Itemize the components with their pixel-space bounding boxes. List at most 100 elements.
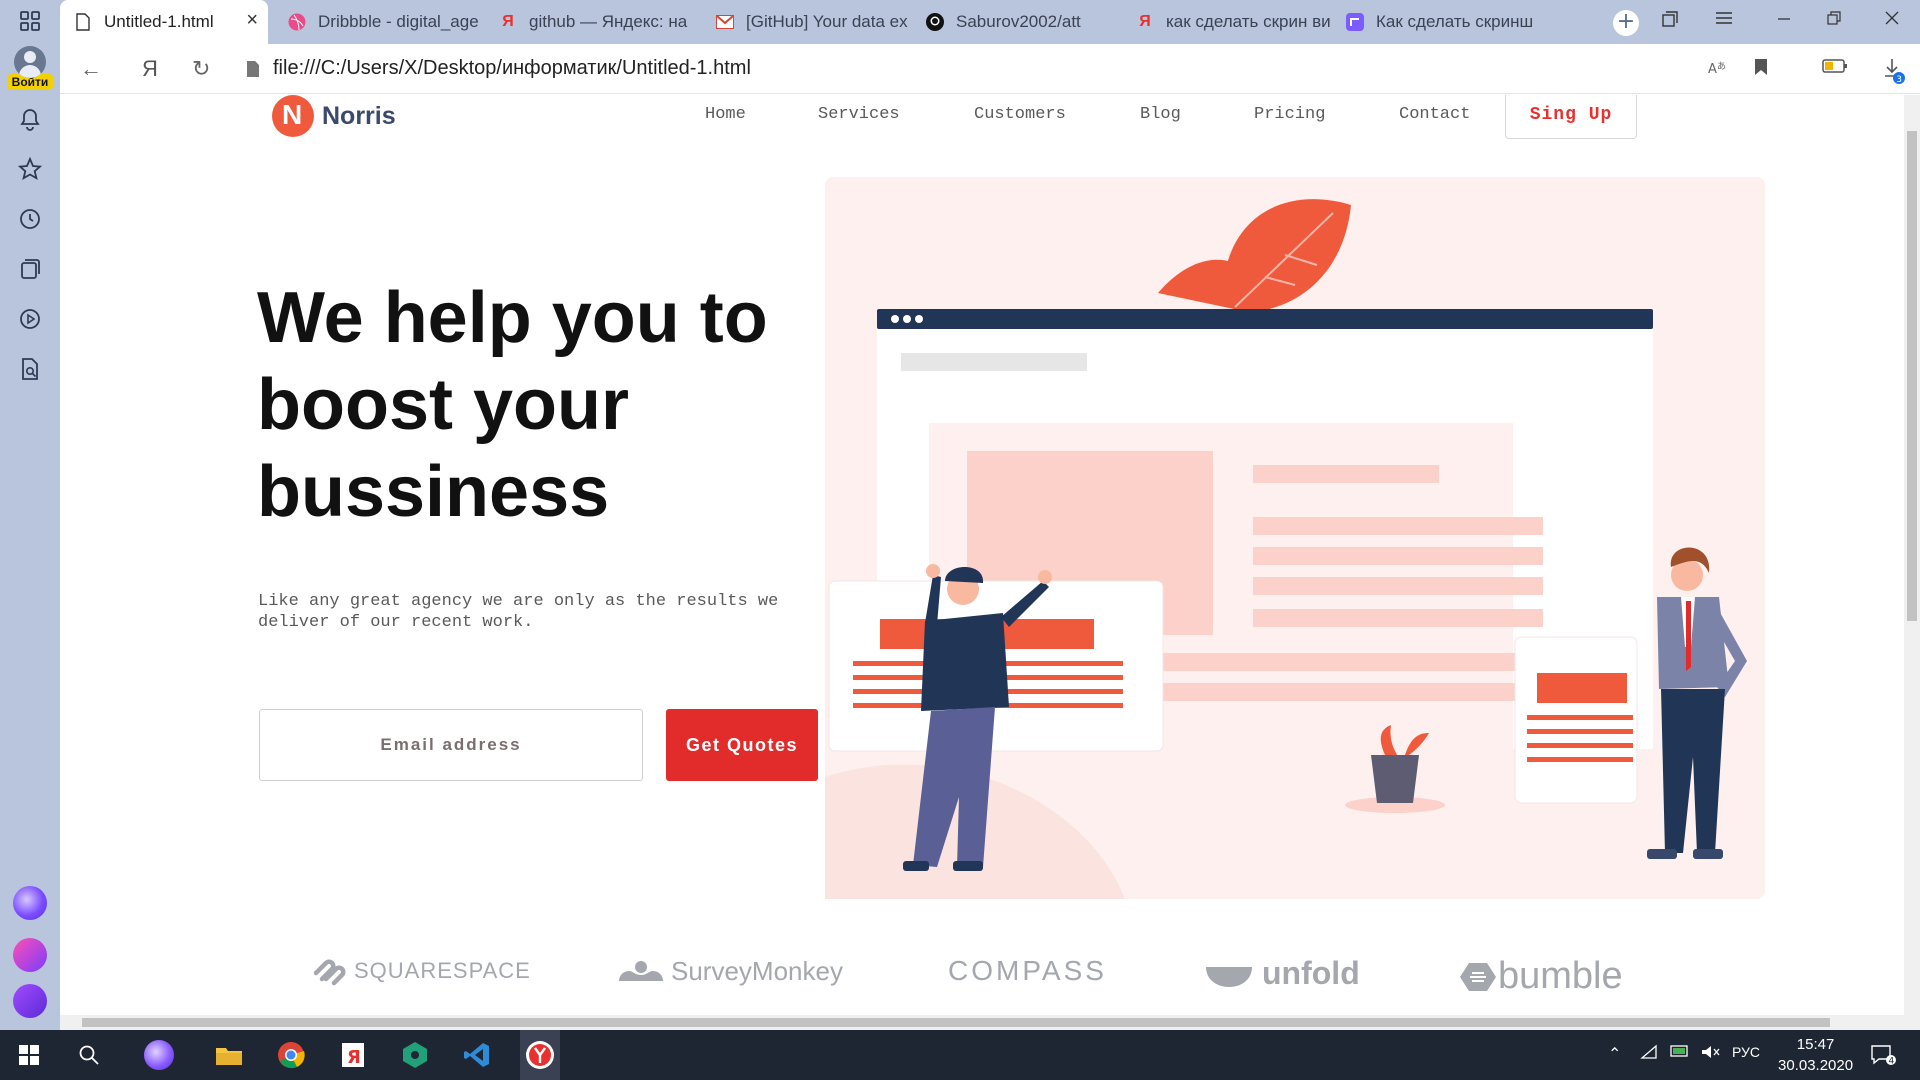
logo-text: COMPASS [948,955,1107,986]
back-icon[interactable]: ← [80,56,102,82]
assistant-icon[interactable] [13,984,47,1018]
hero-illustration [825,177,1765,899]
menu-icon[interactable] [1712,10,1736,31]
battery-saver-icon[interactable] [1822,58,1848,79]
download-count: 3 [1896,75,1902,84]
browser-sidebar: Войти [0,0,60,1030]
star-icon[interactable] [15,154,45,184]
history-icon[interactable] [15,204,45,234]
address-bar: ← Я ↻ file:///C:/Users/X/Desktop/информа… [60,44,1920,94]
right-card-graphic [1514,636,1638,804]
nav-customers[interactable]: Customers [974,105,1066,124]
chrome-icon[interactable] [274,1038,308,1072]
document-icon [74,13,92,31]
windows-start-icon[interactable] [12,1038,46,1072]
nav-home[interactable]: Home [705,105,746,124]
yandex-home-icon[interactable]: Я [142,56,158,82]
collections-icon[interactable] [15,254,45,284]
logo-text: bumble [1498,955,1623,997]
site-logo[interactable]: Norris [272,95,396,137]
logo-text: SQUARESPACE [354,958,531,983]
close-window-icon[interactable] [1880,10,1904,31]
logo-bumble: bumble [1460,955,1623,998]
tab-zen[interactable]: Как сделать скринш [1332,4,1592,40]
nav-blog[interactable]: Blog [1140,105,1181,124]
horizontal-scrollbar[interactable] [60,1015,1920,1030]
messenger-icon[interactable] [13,938,47,972]
tab-title: Dribbble - digital_age [318,12,478,31]
alice-icon[interactable] [13,886,47,920]
tab-title: github — Яндекс: на [529,12,688,31]
tab-title: Как сделать скринш [1376,12,1534,31]
scroll-thumb[interactable] [82,1018,1830,1027]
signup-button[interactable]: Sing Up [1505,95,1637,139]
yandex-icon[interactable]: Я [336,1038,370,1072]
restore-icon[interactable] [1822,10,1846,31]
scroll-thumb[interactable] [1907,131,1917,621]
screen: Войти Untitled-1.html × Dribbble - digit… [0,0,1920,1080]
file-icon [246,60,260,82]
norris-logo-mark [272,95,314,137]
tab-bar: Untitled-1.html × Dribbble - digital_age… [60,0,1920,44]
logo-unfold: unfold [1204,955,1360,992]
video-icon[interactable] [15,304,45,334]
new-tab-button[interactable]: + [1613,10,1639,36]
clock-date: 30.03.2020 [1778,1057,1854,1074]
search-icon[interactable] [72,1038,106,1072]
app-icon[interactable] [398,1038,432,1072]
translate-icon[interactable]: Aあ [1708,58,1728,83]
surveymonkey-icon [619,961,663,981]
nav-pricing[interactable]: Pricing [1254,105,1325,124]
network-icon[interactable] [1640,1044,1658,1065]
file-explorer-icon[interactable] [212,1038,246,1072]
clock[interactable]: 15:47 30.03.2020 [1778,1034,1853,1076]
logo-text: unfold [1262,955,1360,991]
tabs-overview-icon[interactable] [1658,10,1682,33]
squarespace-icon [313,959,346,986]
vertical-scrollbar[interactable] [1904,95,1920,1015]
yandex-icon: Я [502,13,514,30]
logo-compass: COMPASS [948,955,1107,987]
notification-count: 4 [1889,1057,1895,1067]
hero-subtitle: Like any great agency we are only as the… [258,592,779,632]
tab-dribbble[interactable]: Dribbble - digital_age [274,4,478,40]
web-page: Norris Home Services Customers Blog Pric… [60,95,1904,1015]
bumble-icon [1460,962,1496,991]
svg-text:A: A [1708,62,1717,77]
tab-yandex-search[interactable]: Я github — Яндекс: на [485,4,695,40]
alice-icon[interactable] [142,1038,176,1072]
get-quotes-button[interactable]: Get Quotes [666,709,818,781]
email-input[interactable] [259,709,643,781]
reload-icon[interactable]: ↻ [192,56,210,82]
logo-squarespace: SQUARESPACE [310,955,531,987]
vscode-icon[interactable] [460,1038,494,1072]
taskbar: Я ⌃ РУС 15:47 30.03.2020 4 [0,1030,1920,1080]
brand-name: Norris [322,101,396,130]
yandex-browser-icon[interactable] [520,1030,560,1080]
login-button[interactable]: Войти [7,46,53,90]
tab-untitled[interactable]: Untitled-1.html × [60,0,268,44]
hero-title: We help you to boost your bussiness [257,278,768,532]
url-field[interactable]: file:///C:/Users/X/Desktop/информатик/Un… [273,57,751,80]
minimize-icon[interactable] [1772,10,1796,31]
nav-contact[interactable]: Contact [1399,105,1470,124]
yandex-glyph: Я [347,1047,361,1068]
volume-icon[interactable] [1700,1044,1722,1065]
search-document-icon[interactable] [15,354,45,384]
github-icon [926,13,944,31]
apps-icon[interactable] [15,6,45,36]
tray-chevron-icon[interactable]: ⌃ [1608,1044,1621,1064]
nav-services[interactable]: Services [818,105,900,124]
bell-icon[interactable] [15,104,45,134]
bookmark-icon[interactable] [1754,58,1768,81]
close-tab-icon[interactable]: × [246,9,258,32]
clock-time: 15:47 [1796,1036,1835,1053]
logo-surveymonkey: SurveyMonkey [615,955,843,987]
language-indicator[interactable]: РУС [1732,1044,1760,1060]
gmail-icon [716,13,734,31]
notifications-icon[interactable]: 4 [1870,1044,1896,1071]
yandex-icon: Я [1139,13,1151,30]
battery-icon[interactable] [1670,1044,1690,1063]
dribbble-icon [288,13,306,31]
downloads-icon[interactable]: 3 [1884,58,1906,89]
